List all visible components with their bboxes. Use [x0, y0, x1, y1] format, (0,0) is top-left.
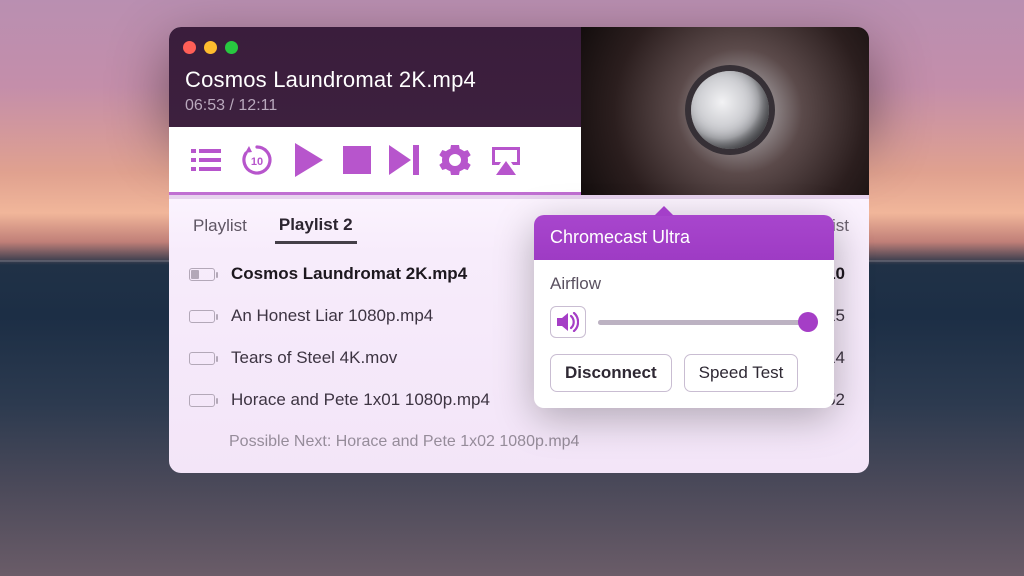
possible-next-label: Possible Next: Horace and Pete 1x02 1080…	[169, 421, 869, 467]
player-toolbar: 10	[169, 127, 581, 195]
volume-slider[interactable]	[598, 312, 818, 332]
speed-test-button[interactable]: Speed Test	[684, 354, 799, 392]
now-playing-filename: Cosmos Laundromat 2K.mp4	[185, 67, 476, 93]
slider-knob[interactable]	[798, 312, 818, 332]
cast-app-name: Airflow	[550, 274, 818, 294]
playback-duration: 12:11	[238, 97, 277, 114]
battery-icon	[189, 310, 215, 323]
window-controls	[183, 41, 238, 54]
svg-text:10: 10	[251, 156, 263, 168]
play-icon[interactable]	[293, 143, 325, 177]
stop-icon[interactable]	[343, 146, 371, 174]
cast-device-name: Chromecast Ultra	[534, 215, 834, 260]
playback-time: 06:53 / 12:11	[185, 97, 476, 115]
cast-popover: Chromecast Ultra Airflow Disconnect Spee…	[534, 215, 834, 408]
video-thumbnail	[581, 27, 869, 195]
close-icon[interactable]	[183, 41, 196, 54]
zoom-icon[interactable]	[225, 41, 238, 54]
desktop-wallpaper: Cosmos Laundromat 2K.mp4 06:53 / 12:11 1…	[0, 0, 1024, 576]
battery-icon	[189, 268, 215, 281]
tab-playlist-2[interactable]: Playlist 2	[275, 209, 357, 244]
next-track-icon[interactable]	[389, 145, 421, 175]
rewind-10-icon[interactable]: 10	[239, 142, 275, 178]
volume-icon[interactable]	[550, 306, 586, 338]
battery-icon	[189, 352, 215, 365]
minimize-icon[interactable]	[204, 41, 217, 54]
media-player-window: Cosmos Laundromat 2K.mp4 06:53 / 12:11 1…	[169, 27, 869, 127]
disconnect-button[interactable]: Disconnect	[550, 354, 672, 392]
playlist-icon[interactable]	[191, 147, 221, 173]
tab-playlist-1[interactable]: Playlist	[189, 210, 251, 242]
airplay-icon[interactable]	[489, 145, 523, 175]
popover-arrow	[654, 206, 674, 216]
battery-icon	[189, 394, 215, 407]
window-titlebar: Cosmos Laundromat 2K.mp4 06:53 / 12:11	[169, 27, 869, 127]
gear-icon[interactable]	[439, 144, 471, 176]
playback-position: 06:53	[185, 97, 225, 114]
